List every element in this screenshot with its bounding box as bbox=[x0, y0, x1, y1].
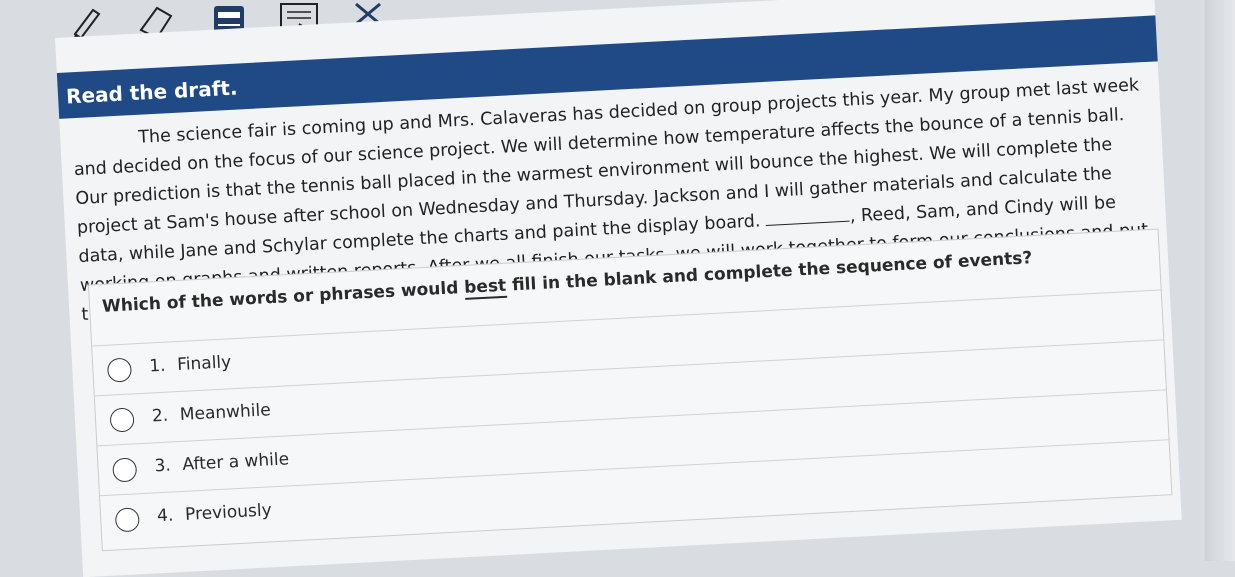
question-emphasis: best bbox=[463, 275, 507, 300]
option-number: 2. bbox=[151, 405, 169, 427]
fill-in-blank bbox=[765, 206, 851, 227]
option-number: 4. bbox=[156, 505, 174, 527]
question-prefix: Which of the words or phrases would bbox=[101, 277, 465, 317]
option-label: Meanwhile bbox=[179, 400, 272, 425]
question-box: Which of the words or phrases would best… bbox=[87, 228, 1173, 552]
radio-button-1[interactable] bbox=[106, 357, 133, 383]
option-label: Previously bbox=[184, 500, 273, 525]
option-number: 3. bbox=[154, 455, 172, 477]
screen-bezel bbox=[1205, 0, 1235, 561]
option-label: Finally bbox=[176, 352, 232, 376]
radio-button-3[interactable] bbox=[112, 457, 138, 483]
option-label: After a while bbox=[181, 449, 290, 475]
passage-header: Read the draft. bbox=[65, 75, 239, 109]
radio-button-4[interactable] bbox=[114, 507, 140, 533]
question-page: Read the draft. The science fair is comi… bbox=[55, 0, 1182, 577]
radio-button-2[interactable] bbox=[109, 407, 135, 433]
option-number: 1. bbox=[148, 355, 167, 377]
